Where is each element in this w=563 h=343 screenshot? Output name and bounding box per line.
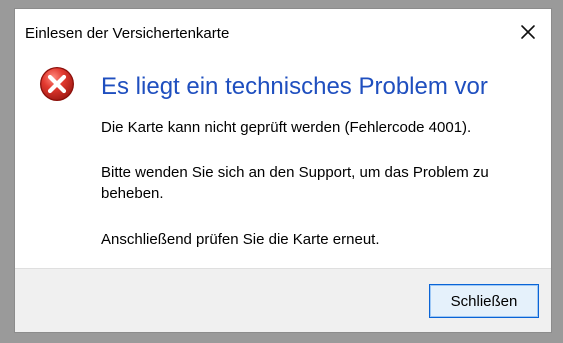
window-title: Einlesen der Versichertenkarte [25, 25, 230, 42]
error-message-line-3: Anschließend prüfen Sie die Karte erneut… [101, 231, 380, 248]
error-icon [38, 65, 76, 103]
dialog-content: Es liegt ein technisches Problem vor Die… [15, 55, 551, 265]
error-heading: Es liegt ein technisches Problem vor [101, 73, 488, 100]
error-message-line-2: Bitte wenden Sie sich an den Support, um… [101, 164, 489, 202]
error-dialog: Einlesen der Versichertenkarte Es liegt … [14, 8, 552, 333]
dialog-footer: Schließen [15, 268, 551, 332]
error-message-line-1: Die Karte kann nicht geprüft werden (Feh… [101, 119, 472, 136]
close-button[interactable]: Schließen [429, 284, 539, 318]
titlebar: Einlesen der Versichertenkarte [15, 9, 551, 55]
close-icon[interactable] [515, 19, 541, 45]
